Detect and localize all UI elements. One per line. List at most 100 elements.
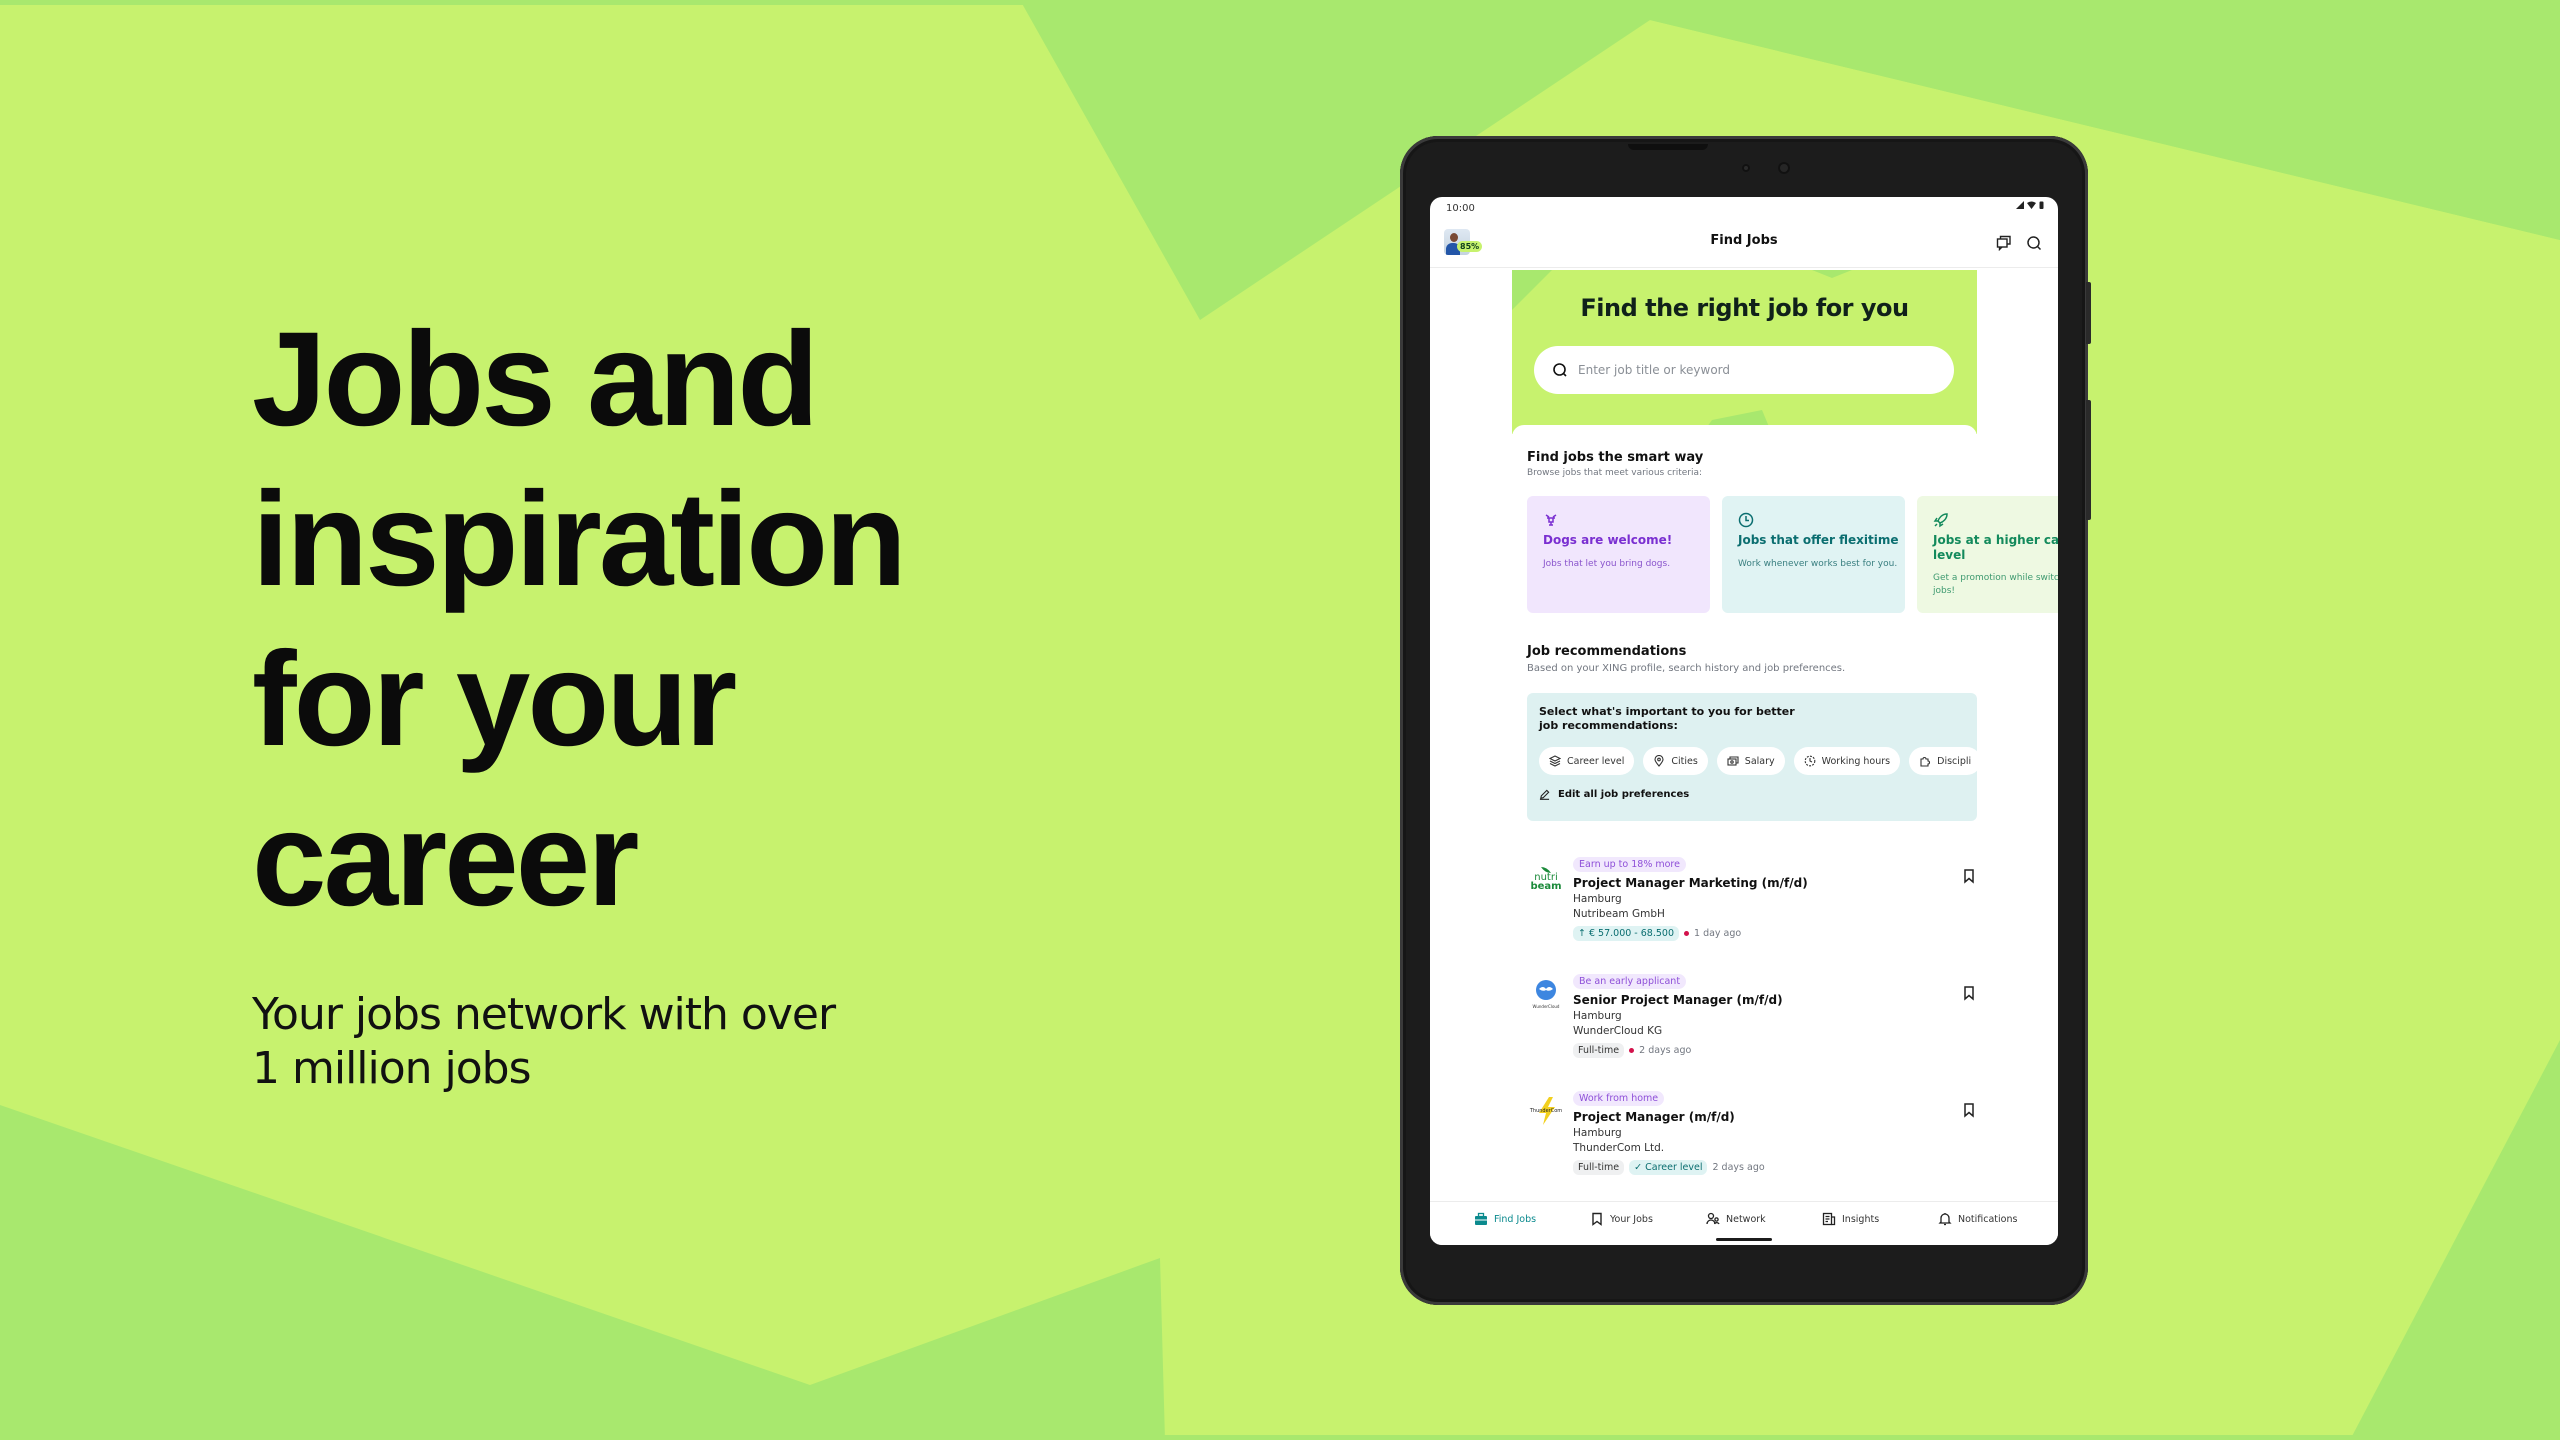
job-details: Work from home Project Manager (m/f/d) H… [1573,1086,1765,1175]
bg-shape-bottom-right [2350,1040,2560,1440]
nav-notifications[interactable]: Notifications [1938,1212,2017,1226]
nav-network[interactable]: Network [1706,1212,1766,1226]
job-search-bar[interactable] [1534,346,1954,394]
smart-card-flexitime[interactable]: Jobs that offer flexitime Work whenever … [1722,496,1905,613]
job-title[interactable]: Project Manager (m/f/d) [1573,1110,1765,1124]
card-title: Jobs at a higher career level [1933,533,2058,562]
nav-label: Insights [1842,1213,1880,1225]
career-level-match: ✓ Career level [1629,1160,1708,1175]
job-location: Hamburg [1573,893,1622,905]
employment-type: Full-time [1573,1160,1625,1175]
nav-your-jobs[interactable]: Your Jobs [1590,1212,1653,1226]
subline-line: 1 million jobs [252,1043,532,1094]
bookmark-icon[interactable] [1961,985,1977,1001]
page-title: Find Jobs [1710,233,1778,248]
bell-icon [1938,1213,1952,1226]
tablet-notch [1628,144,1708,150]
search-button[interactable] [2024,233,2044,253]
posted-time: 2 days ago [1639,1045,1692,1056]
nav-label: Network [1726,1213,1766,1225]
location-pin-icon [1654,755,1664,767]
promo-block: Jobs and inspiration for your career You… [252,300,1252,1096]
promo-headline: Jobs and inspiration for your career [252,300,1252,940]
nav-find-jobs[interactable]: Find Jobs [1474,1212,1536,1226]
smart-way-section: Find jobs the smart way Browse jobs that… [1527,450,1703,478]
article-icon [1822,1212,1836,1226]
search-icon [1553,363,1567,377]
nav-insights[interactable]: Insights [1822,1212,1879,1226]
bookmark-icon[interactable] [1961,868,1977,884]
chip-label: Discipli [1937,755,1972,767]
job-list-item[interactable]: nutri beam Earn up to 18% more Project M… [1527,852,1977,962]
puzzle-icon [1920,757,1931,767]
chip-discipline[interactable]: Discipli [1909,747,1982,775]
logo-text: WunderCloud [1532,1004,1560,1009]
hero-title: Find the right job for you [1580,294,1909,322]
job-company: ThunderCom Ltd. [1573,1142,1665,1154]
front-sensor [1742,164,1750,172]
chip-working-hours[interactable]: Working hours [1793,747,1901,775]
pencil-icon [1539,789,1550,800]
status-bar: 10:00 [1430,197,2058,219]
bookmark-icon[interactable] [1961,1102,1977,1118]
chip-career-level[interactable]: Career level [1539,747,1635,775]
edit-link-label: Edit all job preferences [1558,789,1690,800]
chip-salary[interactable]: Salary [1716,747,1785,775]
clock-icon [1738,512,1754,528]
nav-label: Your Jobs [1610,1213,1653,1225]
job-details: Earn up to 18% more Project Manager Mark… [1573,852,1808,941]
dog-icon [1545,514,1557,526]
chip-cities[interactable]: Cities [1643,747,1708,775]
smart-card-dogs[interactable]: Dogs are welcome! Jobs that let you brin… [1527,496,1710,613]
logo-text: beam [1530,881,1562,892]
card-title: Dogs are welcome! [1543,533,1673,547]
posted-time: 2 days ago [1712,1162,1765,1173]
hero-search-panel: Find the right job for you [1512,270,1977,434]
nav-active-indicator [1716,1238,1772,1241]
status-time: 10:00 [1446,203,1475,214]
recommendations-title: Job recommendations [1527,644,1687,659]
job-company: Nutribeam GmbH [1573,908,1665,920]
rocket-icon [1933,513,1948,528]
card-description: Jobs that let you bring dogs. [1543,559,1671,569]
signal-icon [2016,201,2024,209]
job-meta: Full-time ✓ Career level 2 days ago [1573,1160,1765,1175]
company-logo-wundercloud: WunderCloud [1527,975,1565,1013]
smart-way-title: Find jobs the smart way [1527,450,1704,465]
card-description: Get a promotion while switching jobs! [1933,573,2058,596]
job-meta: Full-time 2 days ago [1573,1043,1783,1058]
logo-wordmark: WunderCloud [1532,979,1560,1009]
promo-subline: Your jobs network with over 1 million jo… [252,988,872,1096]
nav-label: Find Jobs [1494,1213,1537,1225]
logo-wordmark: nutri beam [1530,863,1562,892]
company-logo-nutribeam: nutri beam [1527,858,1565,896]
preference-chips: Career level Cities Salary Working hours… [1539,747,1982,775]
posted-time: 1 day ago [1694,928,1742,939]
app-bar: 85% Find Jobs [1430,221,2058,268]
job-highlight-tag: Earn up to 18% more [1573,857,1686,872]
preferences-prompt: Select what's important to you for bette… [1539,705,1795,732]
battery-icon [2039,201,2044,209]
chat-button[interactable] [1994,233,2014,253]
job-title[interactable]: Senior Project Manager (m/f/d) [1573,993,1783,1007]
recommendations-subtitle: Based on your XING profile, search histo… [1527,663,1846,674]
headline-line: Jobs and [252,305,819,454]
job-list-item[interactable]: ThunderCom Work from home Project Manage… [1527,1086,1977,1196]
briefcase-icon [1475,1212,1487,1225]
job-title[interactable]: Project Manager Marketing (m/f/d) [1573,876,1808,890]
content-card-top [1512,425,1977,445]
chip-label: Working hours [1821,755,1891,767]
layers-icon [1549,755,1561,767]
clock-dashed-icon [1804,755,1815,767]
logo-text: ThunderCom [1529,1108,1563,1114]
logo-wordmark: ThunderCom [1528,1093,1564,1129]
volume-button [2086,282,2091,344]
edit-job-preferences-link[interactable]: Edit all job preferences [1539,789,1689,800]
smart-way-cards: Dogs are welcome! Jobs that let you brin… [1527,496,2058,613]
job-search-input[interactable] [1576,362,1940,378]
smart-card-career-level[interactable]: Jobs at a higher career level Get a prom… [1917,496,2058,613]
chip-label: Cities [1671,755,1698,767]
job-highlight-tag: Be an early applicant [1573,974,1687,989]
job-list-item[interactable]: WunderCloud Be an early applicant Senior… [1527,969,1977,1079]
power-button [2086,400,2091,520]
